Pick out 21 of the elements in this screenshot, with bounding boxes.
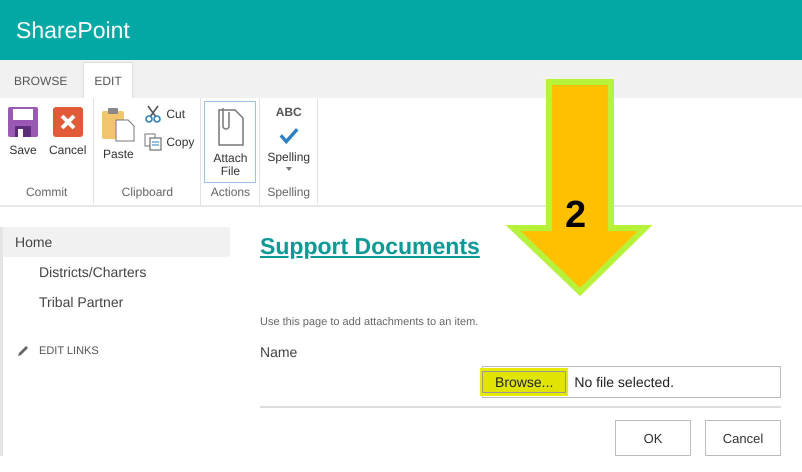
edit-links-link[interactable]: EDIT LINKS: [3, 317, 230, 357]
ribbon-tab[interactable]: BROWSE: [4, 64, 78, 98]
group-label: Clipboard: [120, 185, 174, 201]
group-label: Commit: [25, 185, 68, 201]
dialog-button[interactable]: Cancel: [705, 420, 781, 456]
description-text: Use this page to add attachments to an item.: [260, 316, 480, 328]
group-label: Actions: [210, 185, 252, 201]
paperclip-document-button[interactable]: Attach File: [204, 101, 256, 183]
icon-caption: ABC: [276, 106, 302, 119]
browse-button[interactable]: Browse...: [482, 371, 566, 393]
file-input-field[interactable]: Browse... No file selected.: [482, 366, 781, 398]
nav-link[interactable]: Districts/Charters: [3, 257, 230, 287]
step-number: 2: [565, 194, 586, 237]
nav-link[interactable]: Tribal Partner: [3, 287, 230, 317]
dialog-button[interactable]: OK: [615, 420, 691, 456]
field-label: Name: [260, 344, 298, 360]
nav-link[interactable]: Home: [3, 227, 230, 257]
group-label: Spelling: [266, 185, 312, 201]
ribbon-tab[interactable]: EDIT: [83, 62, 133, 98]
app-title: SharePoint: [16, 16, 130, 44]
file-status-text: No file selected.: [574, 374, 674, 390]
